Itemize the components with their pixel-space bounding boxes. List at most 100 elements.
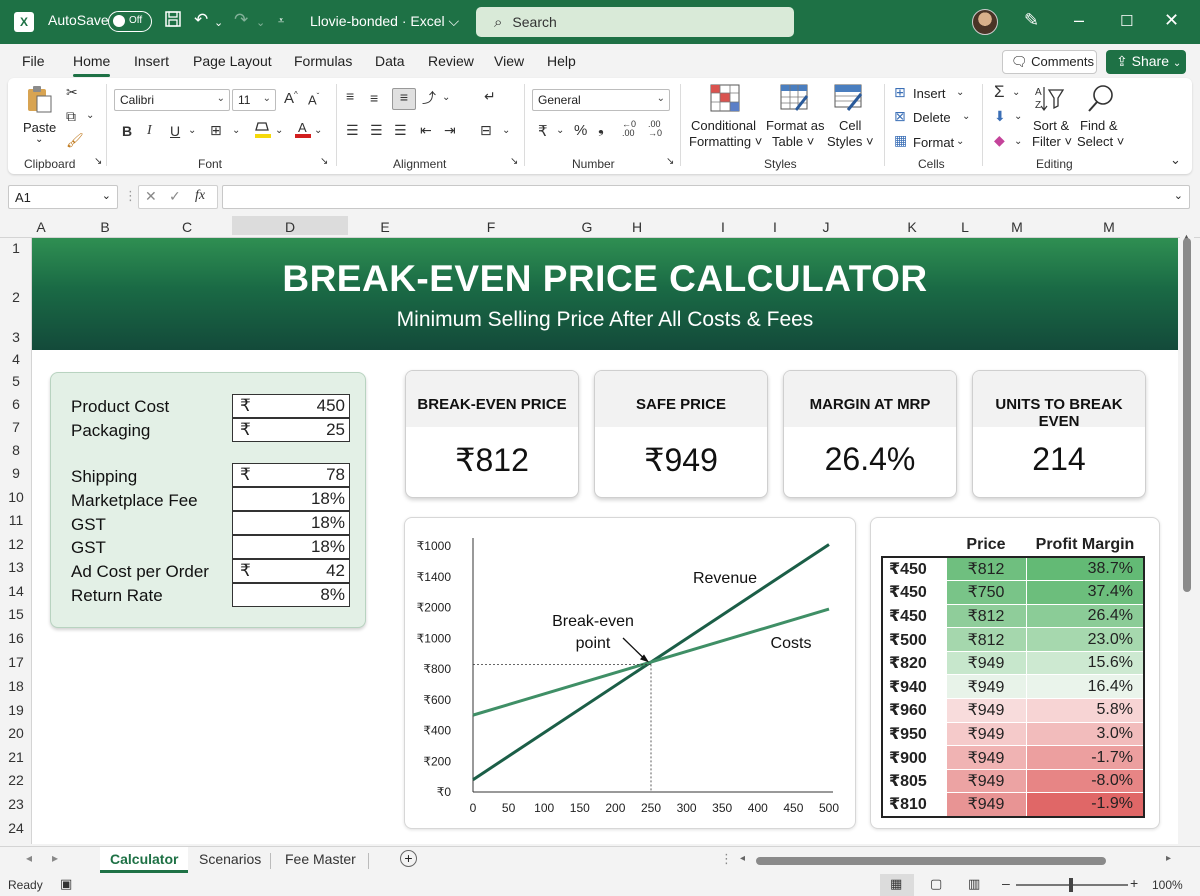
column-header[interactable]: B	[90, 219, 120, 235]
row-header[interactable]: 5	[0, 373, 32, 389]
clear-icon[interactable]: ◆	[994, 132, 1005, 149]
row-header[interactable]: 23	[0, 796, 32, 812]
sheet-canvas[interactable]: BREAK-EVEN PRICE CALCULATOR Minimum Sell…	[32, 238, 1178, 844]
column-header[interactable]: G	[572, 219, 602, 235]
input-cell[interactable]: 18%	[232, 511, 350, 535]
borders-icon[interactable]: ⊞	[210, 122, 222, 139]
align-center-icon[interactable]: ☰	[370, 122, 383, 139]
input-cell[interactable]: ₹25	[232, 418, 350, 442]
column-header[interactable]: K	[897, 219, 927, 235]
row-header[interactable]: 18	[0, 678, 32, 694]
break-even-chart[interactable]: ₹0 ₹200 ₹400 ₹600 ₹800 ₹1000 ₹2000 ₹1400 ₹1000 0 5…	[404, 517, 856, 829]
enter-formula-icon[interactable]: ✓	[169, 188, 181, 205]
row-header[interactable]: 13	[0, 559, 32, 575]
align-bottom-icon[interactable]: ≡	[392, 88, 416, 110]
horizontal-scrollbar-thumb[interactable]	[756, 857, 1106, 865]
cell-styles-label[interactable]: Cell	[839, 118, 861, 133]
merge-center-icon[interactable]: ⊟	[480, 122, 492, 139]
format-dropdown-icon[interactable]: ⌄	[956, 136, 964, 147]
row-header[interactable]: 3	[0, 329, 32, 345]
autosum-icon[interactable]: Σ	[994, 82, 1005, 102]
column-header[interactable]: H	[622, 219, 652, 235]
normal-view-button[interactable]: ▦	[880, 874, 914, 896]
sheet-tab-scenarios[interactable]: Scenarios	[199, 851, 261, 867]
column-header[interactable]: C	[172, 219, 202, 235]
align-middle-icon[interactable]: ≡	[370, 90, 378, 106]
currency-icon[interactable]: ₹	[538, 122, 548, 140]
input-cell[interactable]: ₹450	[232, 394, 350, 418]
scroll-right-icon[interactable]: ▸	[1166, 853, 1171, 864]
undo-icon[interactable]: ↶	[194, 10, 208, 30]
tab-data[interactable]: Data	[375, 53, 405, 69]
bold-button[interactable]: B	[122, 123, 132, 139]
column-header[interactable]: L	[950, 219, 980, 235]
increase-font-icon[interactable]: A^	[284, 90, 298, 107]
redo-icon[interactable]: ↷	[234, 10, 248, 30]
maximize-icon[interactable]: ☐	[1120, 12, 1133, 30]
autosave-toggle[interactable]: Off	[108, 11, 152, 32]
scroll-left-icon[interactable]: ◂	[740, 853, 745, 864]
fill-dropdown-icon[interactable]: ⌄	[275, 125, 283, 136]
next-sheet-icon[interactable]: ▸	[52, 851, 58, 865]
dialog-launcher-icon[interactable]: ↘	[666, 156, 674, 167]
clear-dropdown-icon[interactable]: ⌄	[1014, 136, 1022, 147]
cancel-formula-icon[interactable]: ✕	[145, 188, 157, 205]
paste-dropdown-icon[interactable]: ⌄	[35, 134, 43, 145]
cut-icon[interactable]: ✂	[66, 84, 78, 101]
delete-cells-icon[interactable]: ⊠	[894, 108, 906, 125]
dialog-launcher-icon[interactable]: ↘	[94, 156, 102, 167]
copy-icon[interactable]: ⧉	[66, 108, 76, 125]
font-size-dropdown[interactable]: 11 ⌄	[232, 89, 276, 111]
format-as-table-icon[interactable]	[780, 84, 810, 112]
align-top-icon[interactable]: ≡	[346, 88, 354, 104]
redo-dropdown-icon[interactable]: ⌄	[256, 16, 265, 29]
undo-dropdown-icon[interactable]: ⌄	[214, 16, 223, 29]
column-header[interactable]: A	[30, 219, 52, 235]
column-header[interactable]: I	[760, 219, 790, 235]
tab-review[interactable]: Review	[428, 53, 474, 69]
column-header[interactable]: F	[476, 219, 506, 235]
table-row[interactable]: ₹900 ₹949 -1.7%	[882, 745, 1145, 770]
delete-dropdown-icon[interactable]: ⌄	[962, 111, 970, 122]
cell-styles-label-2[interactable]: Styles ˅	[827, 134, 874, 149]
column-header[interactable]: J	[811, 219, 841, 235]
table-row[interactable]: ₹450 ₹812 38.7%	[882, 556, 1145, 582]
avatar[interactable]	[972, 9, 998, 35]
row-header[interactable]: 9	[0, 465, 32, 481]
share-button[interactable]: ⇪ Share ⌄	[1106, 50, 1186, 74]
name-box[interactable]: A1 ⌄	[8, 185, 118, 209]
comments-button[interactable]: 🗨 Comments	[1002, 50, 1097, 74]
column-header[interactable]: I	[708, 219, 738, 235]
format-cells-icon[interactable]: ▦	[894, 132, 907, 149]
row-header[interactable]: 4	[0, 351, 32, 367]
autosum-dropdown-icon[interactable]: ⌄	[1012, 87, 1020, 98]
insert-dropdown-icon[interactable]: ⌄	[956, 87, 964, 98]
table-row[interactable]: ₹940 ₹949 16.4%	[882, 674, 1145, 700]
decrease-decimal-icon[interactable]: .00 →0	[648, 120, 662, 138]
underline-button[interactable]: U	[170, 123, 180, 139]
row-header[interactable]: 12	[0, 536, 32, 552]
row-header[interactable]: 6	[0, 396, 32, 412]
fill-icon[interactable]: ⬇	[994, 108, 1006, 125]
row-header[interactable]: 11	[0, 512, 32, 528]
align-right-icon[interactable]: ☰	[394, 122, 407, 139]
row-header[interactable]: 7	[0, 419, 32, 435]
formula-input[interactable]: ⌄	[222, 185, 1190, 209]
save-icon[interactable]	[164, 10, 182, 28]
italic-button[interactable]: I	[147, 123, 152, 139]
format-cells-label[interactable]: Format	[913, 135, 954, 150]
row-header[interactable]: 1	[0, 240, 32, 256]
table-row[interactable]: ₹805 ₹949 -8.0%	[882, 768, 1145, 794]
zoom-level[interactable]: 100%	[1152, 878, 1183, 892]
dialog-launcher-icon[interactable]: ↘	[320, 156, 328, 167]
insert-function-button[interactable]: fx	[195, 188, 205, 204]
row-header[interactable]: 14	[0, 583, 32, 599]
increase-decimal-icon[interactable]: ←0.00	[622, 120, 636, 138]
sort-filter-label-2[interactable]: Filter ˅	[1032, 134, 1072, 149]
table-row[interactable]: ₹820 ₹949 15.6%	[882, 650, 1145, 676]
insert-cells-icon[interactable]: ⊞	[894, 84, 906, 101]
input-cell[interactable]: ₹42	[232, 559, 350, 583]
tab-page-layout[interactable]: Page Layout	[193, 53, 272, 69]
page-layout-view-icon[interactable]: ▢	[930, 876, 942, 892]
format-as-table-label[interactable]: Format as	[766, 118, 825, 133]
